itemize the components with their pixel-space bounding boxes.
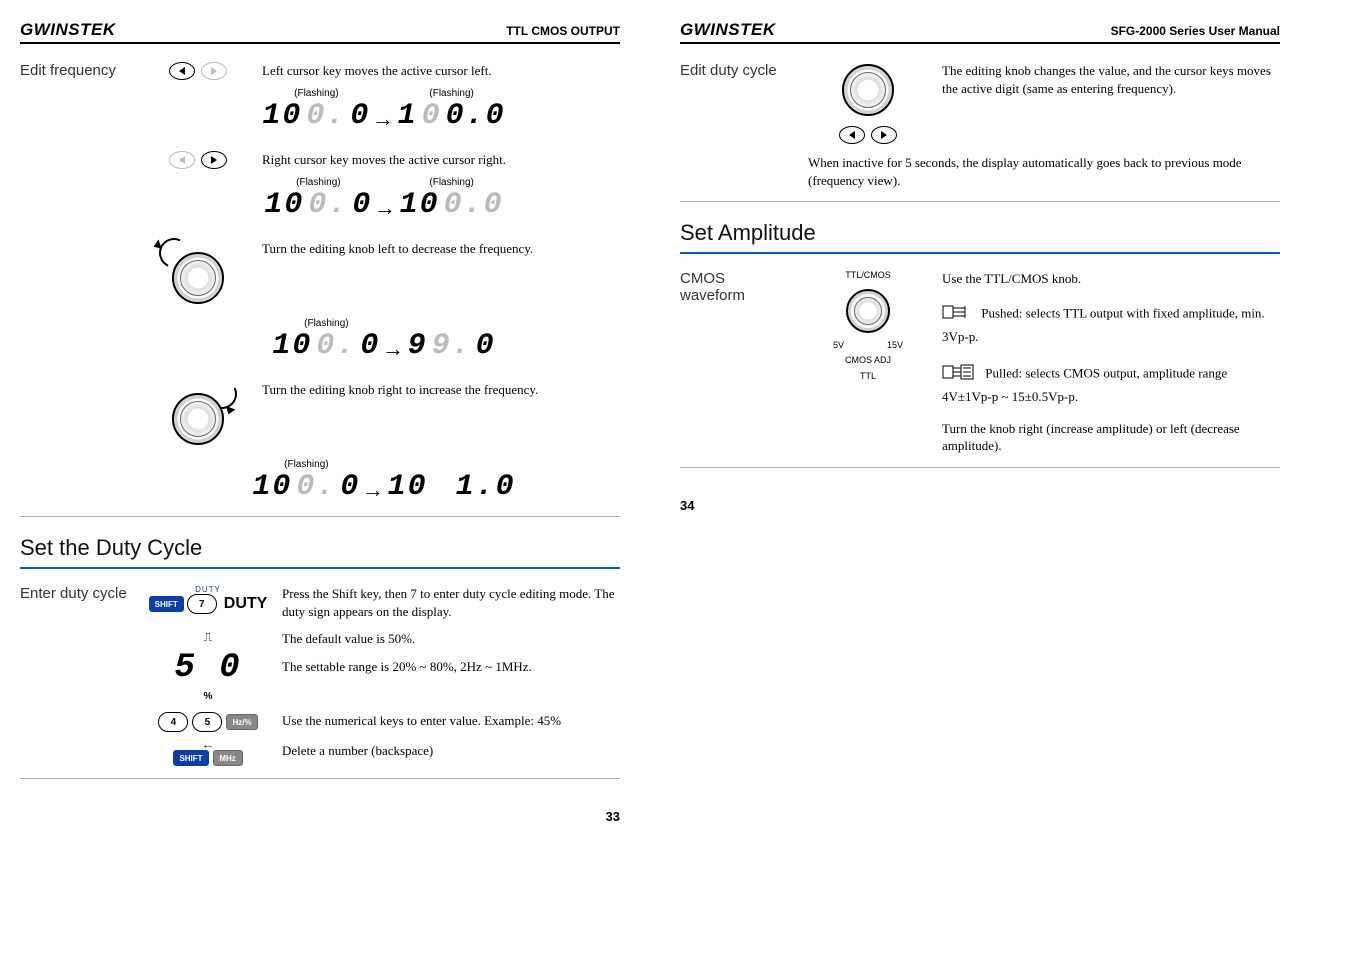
- ttl-cmos-knob: TTL/CMOS 5V 15V CMOS ADJ TTL: [808, 270, 928, 383]
- display-duty-50: ⎍ 5 0 %: [148, 630, 268, 702]
- header-title-right: SFG-2000 Series User Manual: [1111, 24, 1280, 38]
- page-right: GWINSTEK SFG-2000 Series User Manual Edi…: [680, 20, 1280, 824]
- cursor-keys-right-active: [148, 151, 248, 169]
- cursor-right-icon-dim: [201, 62, 227, 80]
- desc-edit-duty-knob: The editing knob changes the value, and …: [942, 62, 1280, 97]
- keys-4-5-hzpct: 4 5 Hz/%: [148, 712, 268, 732]
- desc-left-cursor: Left cursor key moves the active cursor …: [262, 62, 620, 80]
- desc-use-knob: Use the TTL/CMOS knob.: [942, 270, 1280, 288]
- desc-enter-duty: Press the Shift key, then 7 to enter dut…: [282, 585, 620, 620]
- desc-knob-right: Turn the editing knob right to increase …: [262, 381, 620, 399]
- brand-logo: GWINSTEK: [20, 20, 116, 40]
- keys-shift-mhz: ← SHIFT MHz: [148, 742, 268, 766]
- heading-set-amplitude: Set Amplitude: [680, 220, 1280, 254]
- desc-range: The settable range is 20% ~ 80%, 2Hz ~ 1…: [282, 658, 620, 676]
- section-cmos-waveform: CMOS waveform TTL/CMOS 5V 15V CMOS ADJ T…: [680, 270, 1280, 468]
- page-number-left: 33: [20, 809, 620, 824]
- seg-row-2: (Flashing) 100.0 → (Flashing) 100.0: [148, 177, 620, 222]
- label-cmos-waveform: CMOS waveform: [680, 270, 790, 455]
- cursor-left-icon: [169, 62, 195, 80]
- heading-set-duty-cycle: Set the Duty Cycle: [20, 535, 620, 569]
- cursor-keys-left-active: [148, 62, 248, 80]
- square-wave-icon: ⎍: [204, 630, 212, 645]
- desc-turn-knob: Turn the knob right (increase amplitude)…: [942, 420, 1280, 455]
- shift-key-2: SHIFT: [173, 750, 208, 766]
- switch-pulled-icon: [942, 360, 976, 389]
- desc-right-cursor: Right cursor key moves the active cursor…: [262, 151, 620, 169]
- shift-key: SHIFT: [149, 596, 184, 612]
- section-enter-duty: Enter duty cycle DUTY SHIFT 7 DUTY: [20, 585, 620, 779]
- seg-row-4: (Flashing) 100.0 → 10 1.0: [148, 459, 620, 504]
- key-7: 7: [187, 594, 217, 614]
- switch-pushed-icon: [942, 300, 972, 329]
- section-edit-frequency: Edit frequency Left cursor key moves the…: [20, 62, 620, 517]
- label-edit-frequency: Edit frequency: [20, 62, 130, 504]
- key-mhz: MHz: [213, 750, 243, 766]
- cursor-right-icon: [201, 151, 227, 169]
- page-left: GWINSTEK TTL CMOS OUTPUT Edit frequency …: [20, 20, 620, 824]
- brand-logo-2: GWINSTEK: [680, 20, 776, 40]
- cursor-left-icon-dim: [169, 151, 195, 169]
- desc-backspace: Delete a number (backspace): [282, 742, 620, 760]
- desc-numeric-entry: Use the numerical keys to enter value. E…: [282, 712, 620, 730]
- desc-pulled: Pulled: selects CMOS output, amplitude r…: [942, 365, 1227, 404]
- key-4: 4: [158, 712, 188, 732]
- duty-text: DUTY: [224, 595, 268, 613]
- desc-timeout: When inactive for 5 seconds, the display…: [808, 154, 1280, 189]
- knob-turn-right: [148, 381, 248, 451]
- seg-row-1: (Flashing) 100.0 → (Flashing) 100.0: [148, 88, 620, 133]
- page-header-right: GWINSTEK SFG-2000 Series User Manual: [680, 20, 1280, 44]
- seg-row-3: (Flashing) 100.0 → 99.0: [148, 318, 620, 363]
- keys-shift-7-duty: DUTY SHIFT 7 DUTY: [148, 585, 268, 614]
- knob-and-cursors: [808, 62, 928, 144]
- cursor-right-icon-2: [871, 126, 897, 144]
- page-number-right: 34: [680, 498, 1280, 513]
- key-5: 5: [192, 712, 222, 732]
- label-enter-duty: Enter duty cycle: [20, 585, 130, 766]
- page-header-left: GWINSTEK TTL CMOS OUTPUT: [20, 20, 620, 44]
- knob-turn-left: [148, 240, 248, 310]
- section-edit-duty: Edit duty cycle The editing knob changes…: [680, 62, 1280, 202]
- label-edit-duty: Edit duty cycle: [680, 62, 790, 189]
- cursor-left-icon-2: [839, 126, 865, 144]
- desc-default-50: The default value is 50%.: [282, 630, 620, 648]
- desc-knob-left: Turn the editing knob left to decrease t…: [262, 240, 620, 258]
- key-hz-pct: Hz/%: [226, 714, 257, 730]
- desc-pushed: Pushed: selects TTL output with fixed am…: [942, 305, 1265, 344]
- header-title-left: TTL CMOS OUTPUT: [506, 24, 620, 38]
